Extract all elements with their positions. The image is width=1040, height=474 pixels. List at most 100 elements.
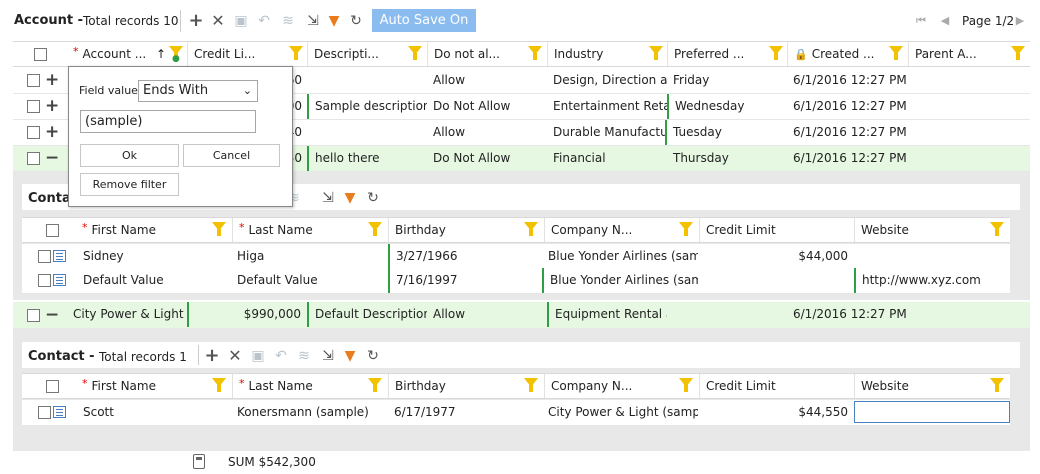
row-checkbox[interactable]	[38, 274, 51, 287]
cell-birthday[interactable]: 6/17/1977	[388, 400, 544, 425]
cell-preferred[interactable]: Friday	[667, 68, 787, 93]
cell-company[interactable]: City Power & Light (sampl...	[542, 400, 698, 425]
cell-preferred[interactable]: Thursday	[667, 146, 787, 171]
cell-credit-limit[interactable]: $44,550	[699, 400, 854, 425]
filter-funnel-icon[interactable]	[212, 378, 226, 392]
cell-last-name[interactable]: Higa	[231, 244, 387, 269]
filter-funnel-icon[interactable]	[212, 222, 226, 236]
row-checkbox[interactable]	[38, 250, 51, 263]
refresh-icon[interactable]: ↻	[365, 348, 381, 364]
export-icon[interactable]: ⇲	[305, 13, 321, 29]
cell-created[interactable]: 6/1/2016 12:27 PM	[787, 120, 907, 145]
cell-account[interactable]: City Power & Light ...	[67, 302, 187, 327]
filter-funnel-icon[interactable]	[679, 378, 693, 392]
cell-created[interactable]: 6/1/2016 12:27 PM	[787, 94, 907, 119]
expand-icon[interactable]: +	[45, 124, 59, 141]
cell-created[interactable]: 6/1/2016 12:27 PM	[787, 68, 907, 93]
cell-preferred[interactable]: Wednesday	[667, 94, 787, 119]
form-view-icon[interactable]	[53, 250, 66, 262]
collapse-icon[interactable]: −	[45, 307, 59, 324]
cell-credit-limit[interactable]	[699, 268, 854, 293]
filter-value-input[interactable]: (sample)	[80, 110, 256, 133]
cell-last-name[interactable]: Default Value	[231, 268, 387, 293]
export-icon[interactable]: ⇲	[320, 348, 336, 364]
filter-funnel-icon[interactable]	[408, 46, 422, 60]
add-icon[interactable]: +	[204, 347, 220, 365]
filter-funnel-icon[interactable]	[769, 46, 783, 60]
column-header-birthday[interactable]: Birthday	[388, 374, 544, 398]
undo-icon[interactable]: ↶	[256, 13, 272, 29]
column-header-website[interactable]: Website	[854, 218, 1010, 242]
column-header-company[interactable]: Company N...	[544, 218, 700, 242]
collapse-icon[interactable]: −	[45, 150, 59, 167]
filter-funnel-icon[interactable]	[524, 222, 538, 236]
next-page-icon[interactable]: ▶	[1012, 13, 1028, 29]
auto-save-button[interactable]: Auto Save On	[372, 9, 476, 32]
column-header-credit-limit[interactable]: Credit Limit	[699, 374, 854, 398]
save-icon[interactable]: ▣	[233, 13, 249, 29]
delete-icon[interactable]: ✕	[227, 348, 243, 364]
cell-company[interactable]: Blue Yonder Airlines (samp...	[542, 244, 698, 269]
filter-funnel-icon[interactable]	[289, 46, 303, 60]
cell-created[interactable]: 6/1/2016 12:27 PM	[787, 302, 907, 327]
column-header-first-name[interactable]: * First Name	[76, 374, 232, 398]
column-header-last-name[interactable]: * Last Name	[232, 218, 388, 242]
column-header-last-name[interactable]: * Last Name	[232, 374, 388, 398]
select-all-checkbox[interactable]	[46, 224, 59, 237]
cancel-button[interactable]: Cancel	[183, 144, 280, 167]
cell-credit[interactable]: $990,000	[187, 302, 307, 327]
cell-industry[interactable]: Design, Direction an...	[547, 68, 667, 93]
export-icon[interactable]: ⇲	[320, 190, 336, 206]
expand-icon[interactable]: +	[45, 98, 59, 115]
first-page-icon[interactable]: ⏮	[913, 13, 929, 29]
cell-do-not-allow[interactable]: Do Not Allow	[427, 146, 547, 171]
select-all-checkbox[interactable]	[46, 380, 59, 393]
column-header-credit-limit[interactable]: Credit Limit	[699, 218, 854, 242]
add-icon[interactable]: +	[188, 12, 204, 30]
filter-funnel-icon[interactable]	[528, 46, 542, 60]
ok-button[interactable]: Ok	[80, 144, 179, 167]
cell-first-name[interactable]: Sidney	[77, 244, 233, 269]
select-all-checkbox[interactable]	[34, 48, 47, 61]
row-checkbox[interactable]	[27, 74, 40, 87]
cell-do-not-allow[interactable]: Allow	[427, 302, 547, 327]
cell-company[interactable]: Blue Yonder Airlines (samp...	[542, 268, 698, 293]
row-checkbox[interactable]	[38, 406, 51, 419]
cell-industry[interactable]: Durable Manufactur...	[547, 120, 667, 145]
filter-funnel-icon[interactable]	[649, 46, 663, 60]
column-header-company[interactable]: Company N...	[544, 374, 700, 398]
cell-first-name[interactable]: Scott	[77, 400, 233, 425]
cell-industry[interactable]: Entertainment Retail	[547, 94, 667, 119]
filter-operator-select[interactable]: Ends With ⌄	[138, 80, 258, 102]
filter-funnel-icon[interactable]	[679, 222, 693, 236]
table-row-expanded[interactable]: − City Power & Light ... $990,000 Defaul…	[13, 302, 1030, 329]
save-icon[interactable]: ▣	[250, 348, 266, 364]
cell-birthday[interactable]: 3/27/1966	[388, 244, 544, 269]
row-checkbox[interactable]	[27, 100, 40, 113]
table-row[interactable]: Default Value Default Value 7/16/1997 Bl…	[22, 268, 1010, 294]
cell-first-name[interactable]: Default Value	[77, 268, 233, 293]
cell-industry[interactable]: Equipment Rental a...	[547, 302, 667, 327]
cell-description[interactable]: Default Description	[307, 302, 427, 327]
cell-created[interactable]: 6/1/2016 12:27 PM	[787, 146, 907, 171]
column-header-birthday[interactable]: Birthday	[388, 218, 544, 242]
cell-description[interactable]: hello there	[307, 146, 427, 171]
filter-funnel-icon[interactable]	[524, 378, 538, 392]
filter-funnel-icon[interactable]	[889, 46, 903, 60]
expand-icon[interactable]: +	[45, 72, 59, 89]
filter-icon[interactable]: ▼	[326, 13, 342, 29]
sort-ascending-icon[interactable]: ↑	[156, 47, 166, 61]
cell-do-not-allow[interactable]: Allow	[427, 68, 547, 93]
cell-last-name[interactable]: Konersmann (sample)	[231, 400, 387, 425]
filter-icon[interactable]: ▼	[342, 190, 358, 206]
undo-icon[interactable]: ↶	[273, 348, 289, 364]
filter-funnel-icon[interactable]	[368, 222, 382, 236]
filter-funnel-icon[interactable]	[1011, 46, 1025, 60]
filter-funnel-icon[interactable]	[990, 378, 1004, 392]
form-view-icon[interactable]	[53, 274, 66, 286]
cell-industry[interactable]: Financial	[547, 146, 667, 171]
prev-page-icon[interactable]: ◀	[937, 13, 953, 29]
cell-description[interactable]: Sample description	[307, 94, 427, 119]
cell-do-not-allow[interactable]: Do Not Allow	[427, 94, 547, 119]
cell-website[interactable]	[854, 244, 1010, 269]
